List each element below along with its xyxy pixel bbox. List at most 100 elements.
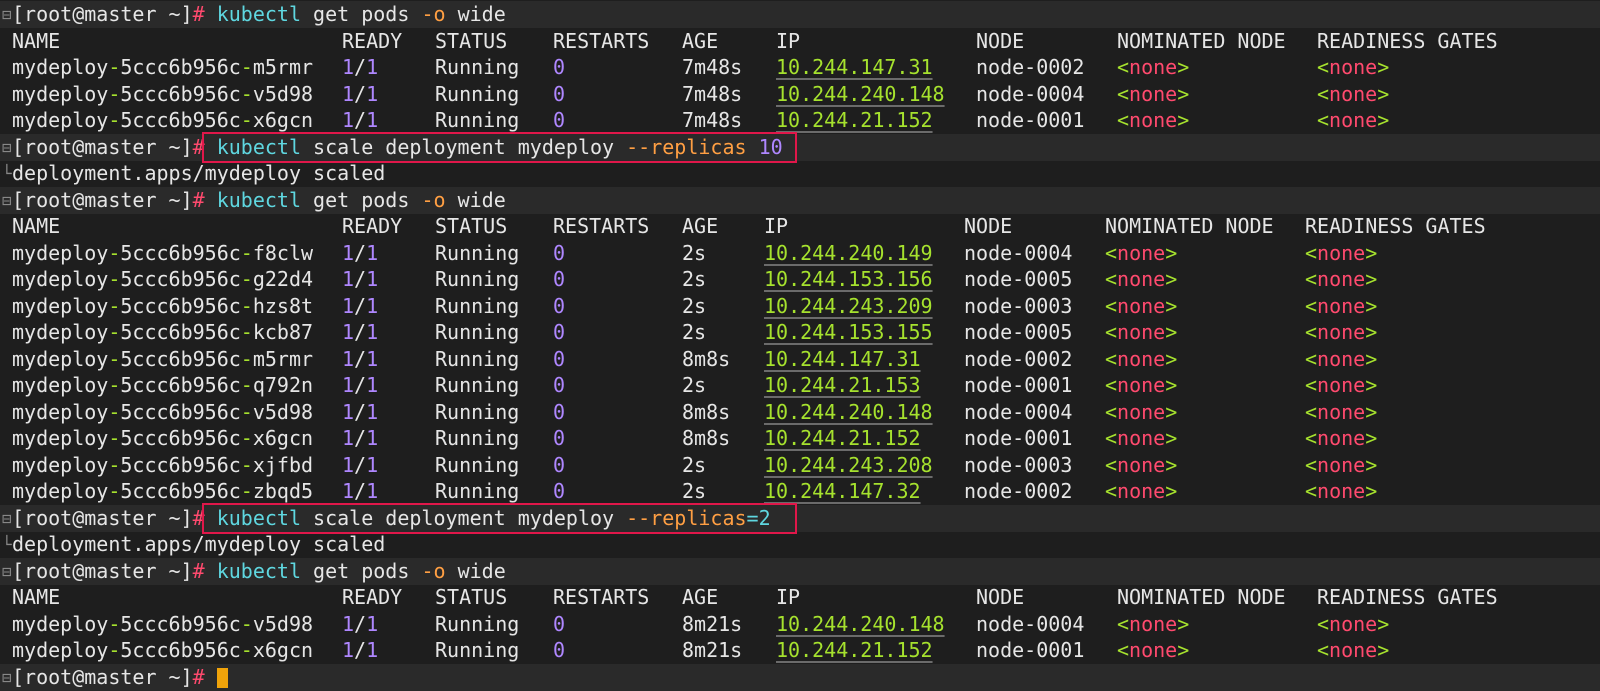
- fold-marker-icon: ⊟: [2, 508, 12, 528]
- pod-name-part: mydeploy: [12, 611, 109, 636]
- pod-ip[interactable]: 10.244.147.32: [764, 478, 921, 505]
- pod-name: mydeploy-5ccc6b956c-m5rmr: [12, 346, 313, 373]
- highlight-box-scale-2: [202, 502, 797, 534]
- pod-age: 8m8s: [682, 346, 731, 371]
- pod-ip[interactable]: 10.244.240.148: [776, 611, 945, 638]
- none-value: none: [1317, 267, 1366, 291]
- prompt-hash: #: [192, 2, 205, 26]
- command-args: get pods: [301, 187, 422, 212]
- node-name: node-0005: [964, 320, 1073, 344]
- prompt-hash: #: [192, 187, 205, 212]
- text-cursor[interactable]: [216, 668, 228, 688]
- shell-prompt: [root@master ~]: [12, 187, 193, 212]
- ready-total: 1: [366, 346, 379, 371]
- prompt-line-background: [0, 663, 1600, 691]
- ready-count: 1/1: [342, 107, 378, 134]
- pod-ip[interactable]: 10.244.21.152: [776, 107, 933, 134]
- none-value: none: [1317, 240, 1366, 265]
- ready-count: 1/1: [342, 293, 378, 320]
- column-header: NOMINATED NODE: [1117, 28, 1286, 53]
- none-value: none: [1129, 108, 1178, 132]
- name-separator: -: [240, 320, 253, 344]
- none-value: none: [1129, 611, 1178, 636]
- pod-name-part: g22d4: [252, 267, 314, 291]
- name-separator: -: [108, 81, 121, 106]
- pod-age: 2s: [682, 240, 707, 265]
- angle-close: >: [1365, 346, 1378, 371]
- column-header: AGE: [682, 28, 719, 53]
- pod-ip[interactable]: 10.244.21.153: [764, 372, 921, 399]
- pod-ip[interactable]: 10.244.21.152: [764, 425, 921, 452]
- column-header: AGE: [682, 214, 719, 238]
- terminal-window[interactable]: ⊟ [root@master ~]# kubectl get pods -o wi…: [0, 0, 1600, 691]
- none-value: none: [1329, 81, 1378, 106]
- pod-name-part: m5rmr: [252, 346, 314, 371]
- nominated-node: <none>: [1117, 611, 1189, 638]
- ready-count: 1/1: [342, 637, 378, 664]
- name-separator: -: [108, 240, 121, 265]
- readiness-gates: <none>: [1305, 425, 1377, 452]
- pod-ip[interactable]: 10.244.147.31: [776, 54, 933, 81]
- pod-ip[interactable]: 10.244.21.152: [776, 637, 933, 664]
- shell-prompt: [root@master ~]: [12, 558, 193, 583]
- readiness-gates: <none>: [1305, 240, 1377, 267]
- angle-open: <: [1305, 426, 1318, 450]
- restart-count: 0: [553, 638, 566, 662]
- pod-ip[interactable]: 10.244.147.31: [764, 346, 921, 373]
- column-header: AGE: [682, 585, 719, 609]
- command-kubectl: kubectl: [216, 187, 302, 212]
- angle-close: >: [1365, 479, 1378, 503]
- ready-count: 1/1: [342, 399, 378, 426]
- pod-name-part: x6gcn: [252, 638, 314, 662]
- pod-name-part: mydeploy: [12, 81, 109, 106]
- pod-age: 7m48s: [682, 81, 743, 106]
- pod-name-part: f8clw: [252, 240, 314, 265]
- pod-ip[interactable]: 10.244.240.149: [764, 240, 933, 267]
- pod-name-part: v5d98: [252, 611, 314, 636]
- node-name: node-0005: [964, 267, 1073, 291]
- pod-name-part: q792n: [252, 373, 314, 397]
- ready-total: 1: [366, 373, 379, 397]
- pod-ip[interactable]: 10.244.240.148: [776, 81, 945, 108]
- restart-count: 0: [553, 346, 566, 371]
- none-value: none: [1117, 293, 1166, 318]
- column-header: NAME: [12, 28, 61, 53]
- ready-value: 1: [342, 638, 355, 662]
- ready-count: 1/1: [342, 240, 378, 267]
- angle-open: <: [1117, 108, 1130, 132]
- column-header: NOMINATED NODE: [1105, 214, 1274, 238]
- pod-age: 8m21s: [682, 638, 743, 662]
- pod-ip[interactable]: 10.244.153.155: [764, 319, 933, 346]
- readiness-gates: <none>: [1305, 372, 1377, 399]
- name-separator: -: [108, 611, 121, 636]
- pod-status: Running: [435, 399, 520, 424]
- none-value: none: [1329, 108, 1378, 132]
- none-value: none: [1329, 638, 1378, 662]
- ready-value: 1: [342, 399, 355, 424]
- ready-value: 1: [342, 55, 355, 79]
- node-name: node-0002: [964, 479, 1073, 503]
- pod-ip[interactable]: 10.244.240.148: [764, 399, 933, 426]
- pod-name-part: mydeploy: [12, 346, 109, 371]
- nominated-node: <none>: [1105, 346, 1177, 373]
- angle-close: >: [1365, 373, 1378, 397]
- ready-value: 1: [342, 108, 355, 132]
- angle-close: >: [1365, 293, 1378, 318]
- pod-ip[interactable]: 10.244.243.209: [764, 293, 933, 320]
- ready-total: 1: [366, 426, 379, 450]
- angle-close: >: [1165, 346, 1178, 371]
- pod-ip[interactable]: 10.244.153.156: [764, 266, 933, 293]
- restart-count: 0: [553, 399, 566, 424]
- ready-total: 1: [366, 320, 379, 344]
- angle-open: <: [1105, 320, 1118, 344]
- pod-ip[interactable]: 10.244.243.208: [764, 452, 933, 479]
- column-header: STATUS: [435, 585, 508, 609]
- name-separator: -: [108, 346, 121, 371]
- pod-name: mydeploy-5ccc6b956c-hzs8t: [12, 293, 313, 320]
- restart-count: 0: [553, 479, 566, 503]
- ready-value: 1: [342, 426, 355, 450]
- none-value: none: [1317, 320, 1366, 344]
- pod-name-part: mydeploy: [12, 267, 109, 291]
- pod-name-part: mydeploy: [12, 373, 109, 397]
- readiness-gates: <none>: [1305, 478, 1377, 505]
